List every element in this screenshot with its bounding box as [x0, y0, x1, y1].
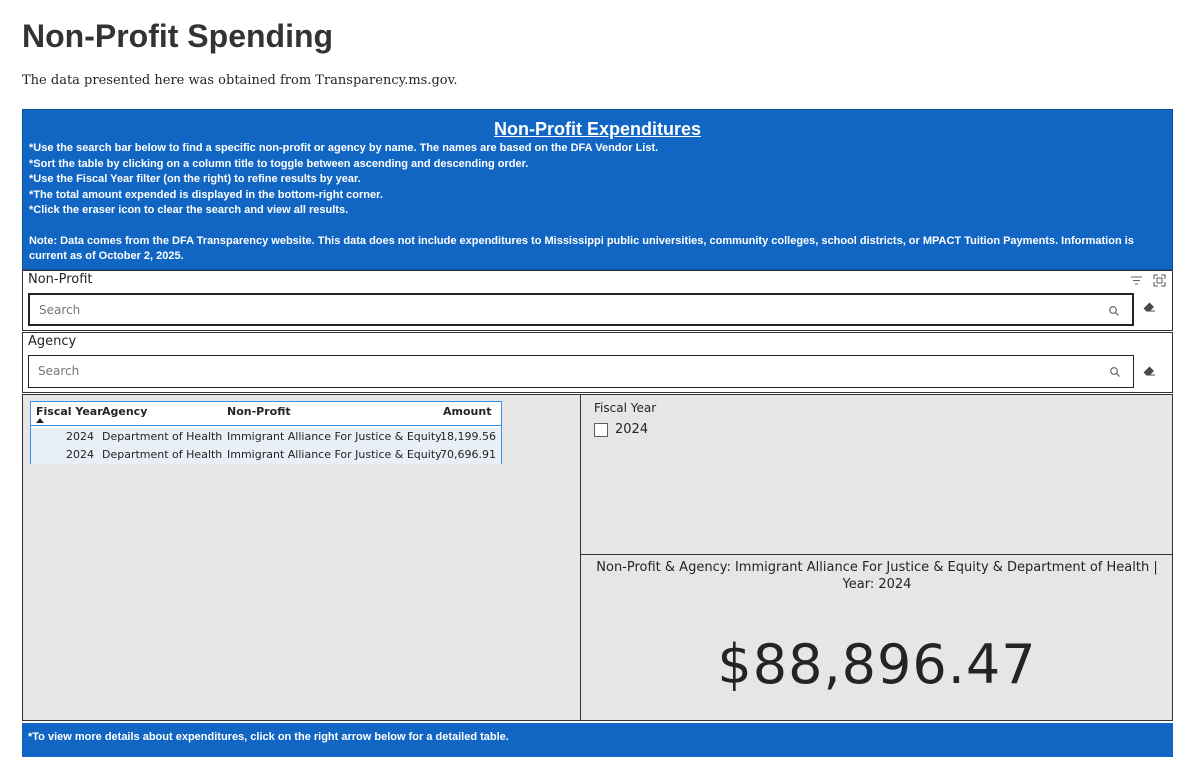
- total-amount-value: $88,896.47: [717, 633, 1037, 696]
- nonprofit-search-box[interactable]: [28, 293, 1134, 326]
- cell-non-profit: Immigrant Alliance For Justice & Equity: [227, 430, 442, 443]
- instruction-line: *Use the Fiscal Year filter (on the righ…: [29, 173, 361, 185]
- banner-note: Note: Data comes from the DFA Transparen…: [29, 234, 1134, 263]
- nonprofit-slicer-label: Non-Profit: [28, 272, 93, 287]
- checkbox[interactable]: [594, 422, 608, 437]
- instruction-line: *Use the search bar below to find a spec…: [29, 142, 659, 154]
- table-row[interactable]: 2024 Department of Health Immigrant Alli…: [31, 446, 501, 464]
- fiscal-year-slicer: Fiscal Year 2024: [581, 394, 1173, 554]
- column-header-non-profit[interactable]: Non-Profit: [227, 405, 291, 418]
- nonprofit-slicer: Non-Profit: [22, 270, 1173, 331]
- table-row[interactable]: 2024 Department of Health Immigrant Alli…: [31, 428, 501, 446]
- fiscal-year-label: Fiscal Year: [594, 401, 657, 415]
- column-header-agency[interactable]: Agency: [102, 405, 147, 418]
- agency-slicer: Agency: [22, 332, 1173, 393]
- cell-amount: 70,696.91: [440, 448, 496, 461]
- eraser-icon[interactable]: [1142, 301, 1156, 313]
- page-title: Non-Profit Spending: [22, 18, 334, 54]
- column-header-amount[interactable]: Amount: [443, 405, 491, 418]
- page-subtitle: The data presented here was obtained fro…: [22, 73, 458, 88]
- visual-header-icons: [1130, 274, 1166, 287]
- instruction-line: *The total amount expended is displayed …: [29, 188, 383, 201]
- fiscal-year-option-2024[interactable]: 2024: [594, 422, 648, 437]
- fiscal-year-option-label: 2024: [615, 422, 649, 437]
- cell-fiscal-year: 2024: [66, 448, 94, 461]
- footer-banner: *To view more details about expenditures…: [22, 723, 1173, 757]
- instructions-banner: Non-Profit Expenditures *Use the search …: [22, 109, 1173, 270]
- column-header-fiscal-year[interactable]: Fiscal Year: [36, 405, 103, 418]
- expenditures-table-panel: Fiscal Year Agency Non-Profit Amount 202…: [22, 394, 581, 721]
- cell-non-profit: Immigrant Alliance For Justice & Equity: [227, 448, 442, 461]
- instruction-line: *Click the eraser icon to clear the sear…: [29, 204, 349, 216]
- cell-fiscal-year: 2024: [66, 430, 94, 443]
- expenditures-table: Fiscal Year Agency Non-Profit Amount 202…: [30, 401, 502, 464]
- report-canvas: Non-Profit Expenditures *Use the search …: [22, 109, 1173, 757]
- table-header: Fiscal Year Agency Non-Profit Amount: [31, 402, 501, 426]
- search-icon: [1110, 367, 1120, 377]
- cell-agency: Department of Health: [102, 448, 223, 461]
- banner-title: Non-Profit Expenditures: [493, 119, 701, 139]
- focus-mode-icon[interactable]: [1153, 274, 1166, 287]
- sort-ascending-icon: [36, 418, 44, 423]
- agency-search-box[interactable]: [28, 355, 1134, 388]
- cell-agency: Department of Health: [102, 430, 223, 443]
- card-title: Non-Profit & Agency: Immigrant Alliance …: [596, 560, 1158, 592]
- search-icon: [1109, 306, 1119, 316]
- instruction-line: *Sort the table by clicking on a column …: [29, 157, 529, 170]
- filter-icon[interactable]: [1130, 274, 1143, 287]
- total-amount-card: Non-Profit & Agency: Immigrant Alliance …: [581, 554, 1173, 721]
- eraser-icon[interactable]: [1142, 365, 1156, 377]
- agency-search-input[interactable]: [38, 361, 1098, 381]
- cell-amount: 18,199.56: [440, 430, 496, 443]
- agency-slicer-label: Agency: [28, 334, 77, 349]
- banner-instructions: *Use the search bar below to find a spec…: [29, 141, 1166, 219]
- nonprofit-search-input[interactable]: [39, 300, 1099, 320]
